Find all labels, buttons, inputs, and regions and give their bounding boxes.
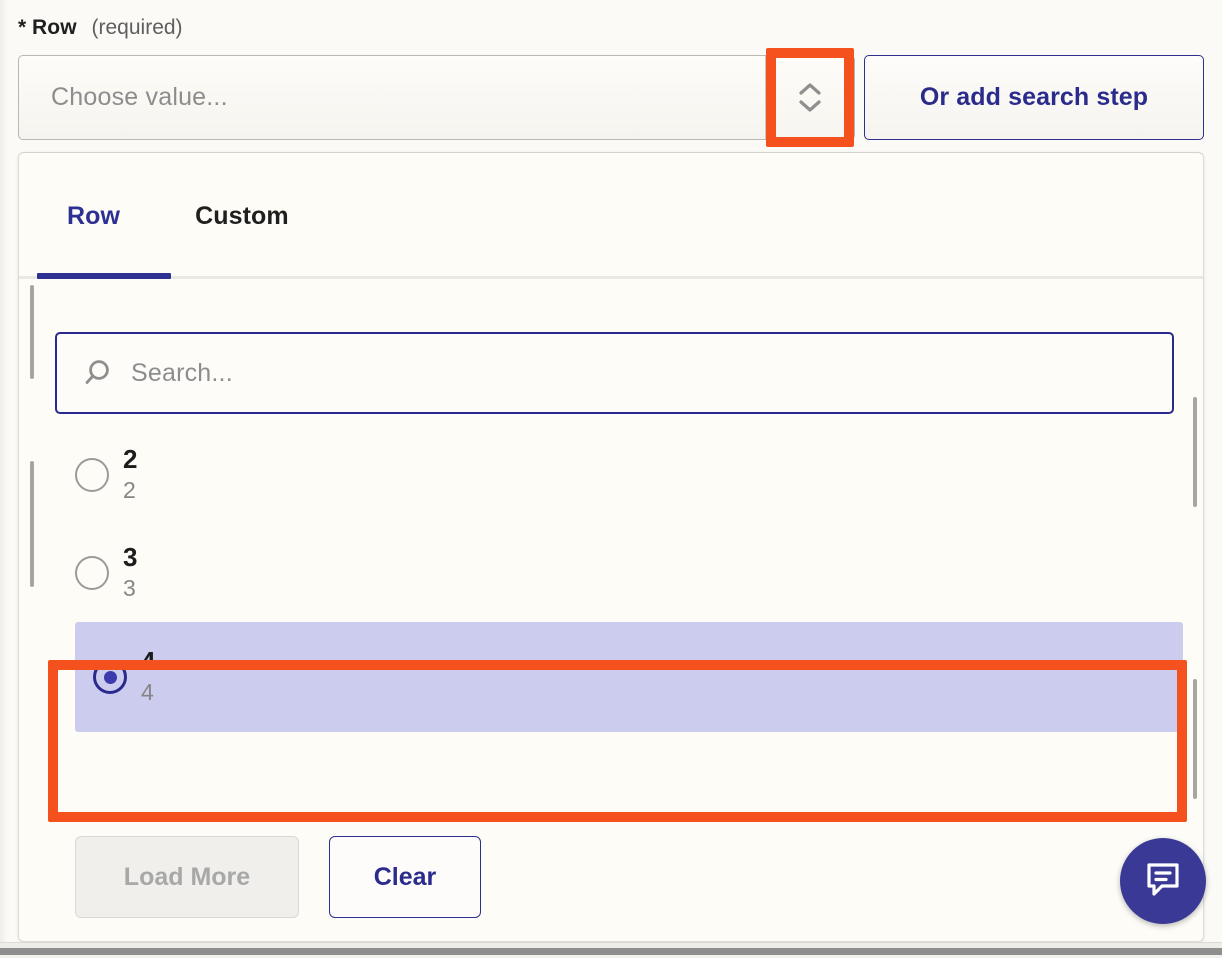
chat-bubble-icon [1142,858,1184,905]
option-row[interactable]: 3 3 [19,524,1203,622]
row-select-placeholder[interactable]: Choose value... [19,56,765,139]
field-label: * Row (required) [18,14,183,42]
row-select-toggle-button[interactable] [765,56,854,139]
required-asterisk: * [18,16,27,39]
radio-button-icon[interactable] [75,556,109,590]
dropdown-footer: Load More Clear [19,814,1203,940]
radio-button-icon-selected[interactable] [93,660,127,694]
tab-custom[interactable]: Custom [185,202,299,231]
field-label-text: Row [32,16,77,39]
option-row[interactable]: 2 2 [19,426,1203,524]
search-input[interactable]: Search... [55,332,1174,414]
option-row-selected[interactable]: 4 4 [75,622,1183,732]
search-icon [81,357,113,389]
option-title: 4 [141,646,156,676]
option-title: 2 [123,444,138,474]
inner-scrollbar-thumb-top[interactable] [30,285,34,379]
add-search-step-button[interactable]: Or add search step [864,55,1204,140]
option-subtitle: 2 [123,477,136,503]
option-labels: 4 4 [141,647,156,707]
option-subtitle: 3 [123,575,136,601]
page-left-edge [0,0,8,942]
option-labels: 3 3 [123,543,138,603]
search-placeholder: Search... [131,358,233,387]
bottom-rule [0,948,1222,955]
option-title: 3 [123,542,138,572]
dropdown-tabs: Row Custom [19,153,1203,279]
row-dropdown-panel: Row Custom Search... 2 2 3 3 4 4 Load Mo… [18,152,1204,942]
chevron-up-down-icon [798,82,822,113]
option-subtitle: 4 [141,679,154,705]
row-select-control[interactable]: Choose value... [18,55,855,140]
chat-support-button[interactable] [1120,838,1206,924]
load-more-button[interactable]: Load More [75,836,299,918]
dropdown-body: Search... 2 2 3 3 4 4 Load More Clear [19,279,1203,940]
options-list: 2 2 3 3 4 4 [19,426,1203,732]
tab-row[interactable]: Row [57,202,130,231]
clear-button[interactable]: Clear [329,836,481,918]
radio-button-icon[interactable] [75,458,109,492]
screen: * Row (required) Choose value... Or add … [0,0,1222,958]
required-note: (required) [91,16,183,39]
option-labels: 2 2 [123,445,138,505]
